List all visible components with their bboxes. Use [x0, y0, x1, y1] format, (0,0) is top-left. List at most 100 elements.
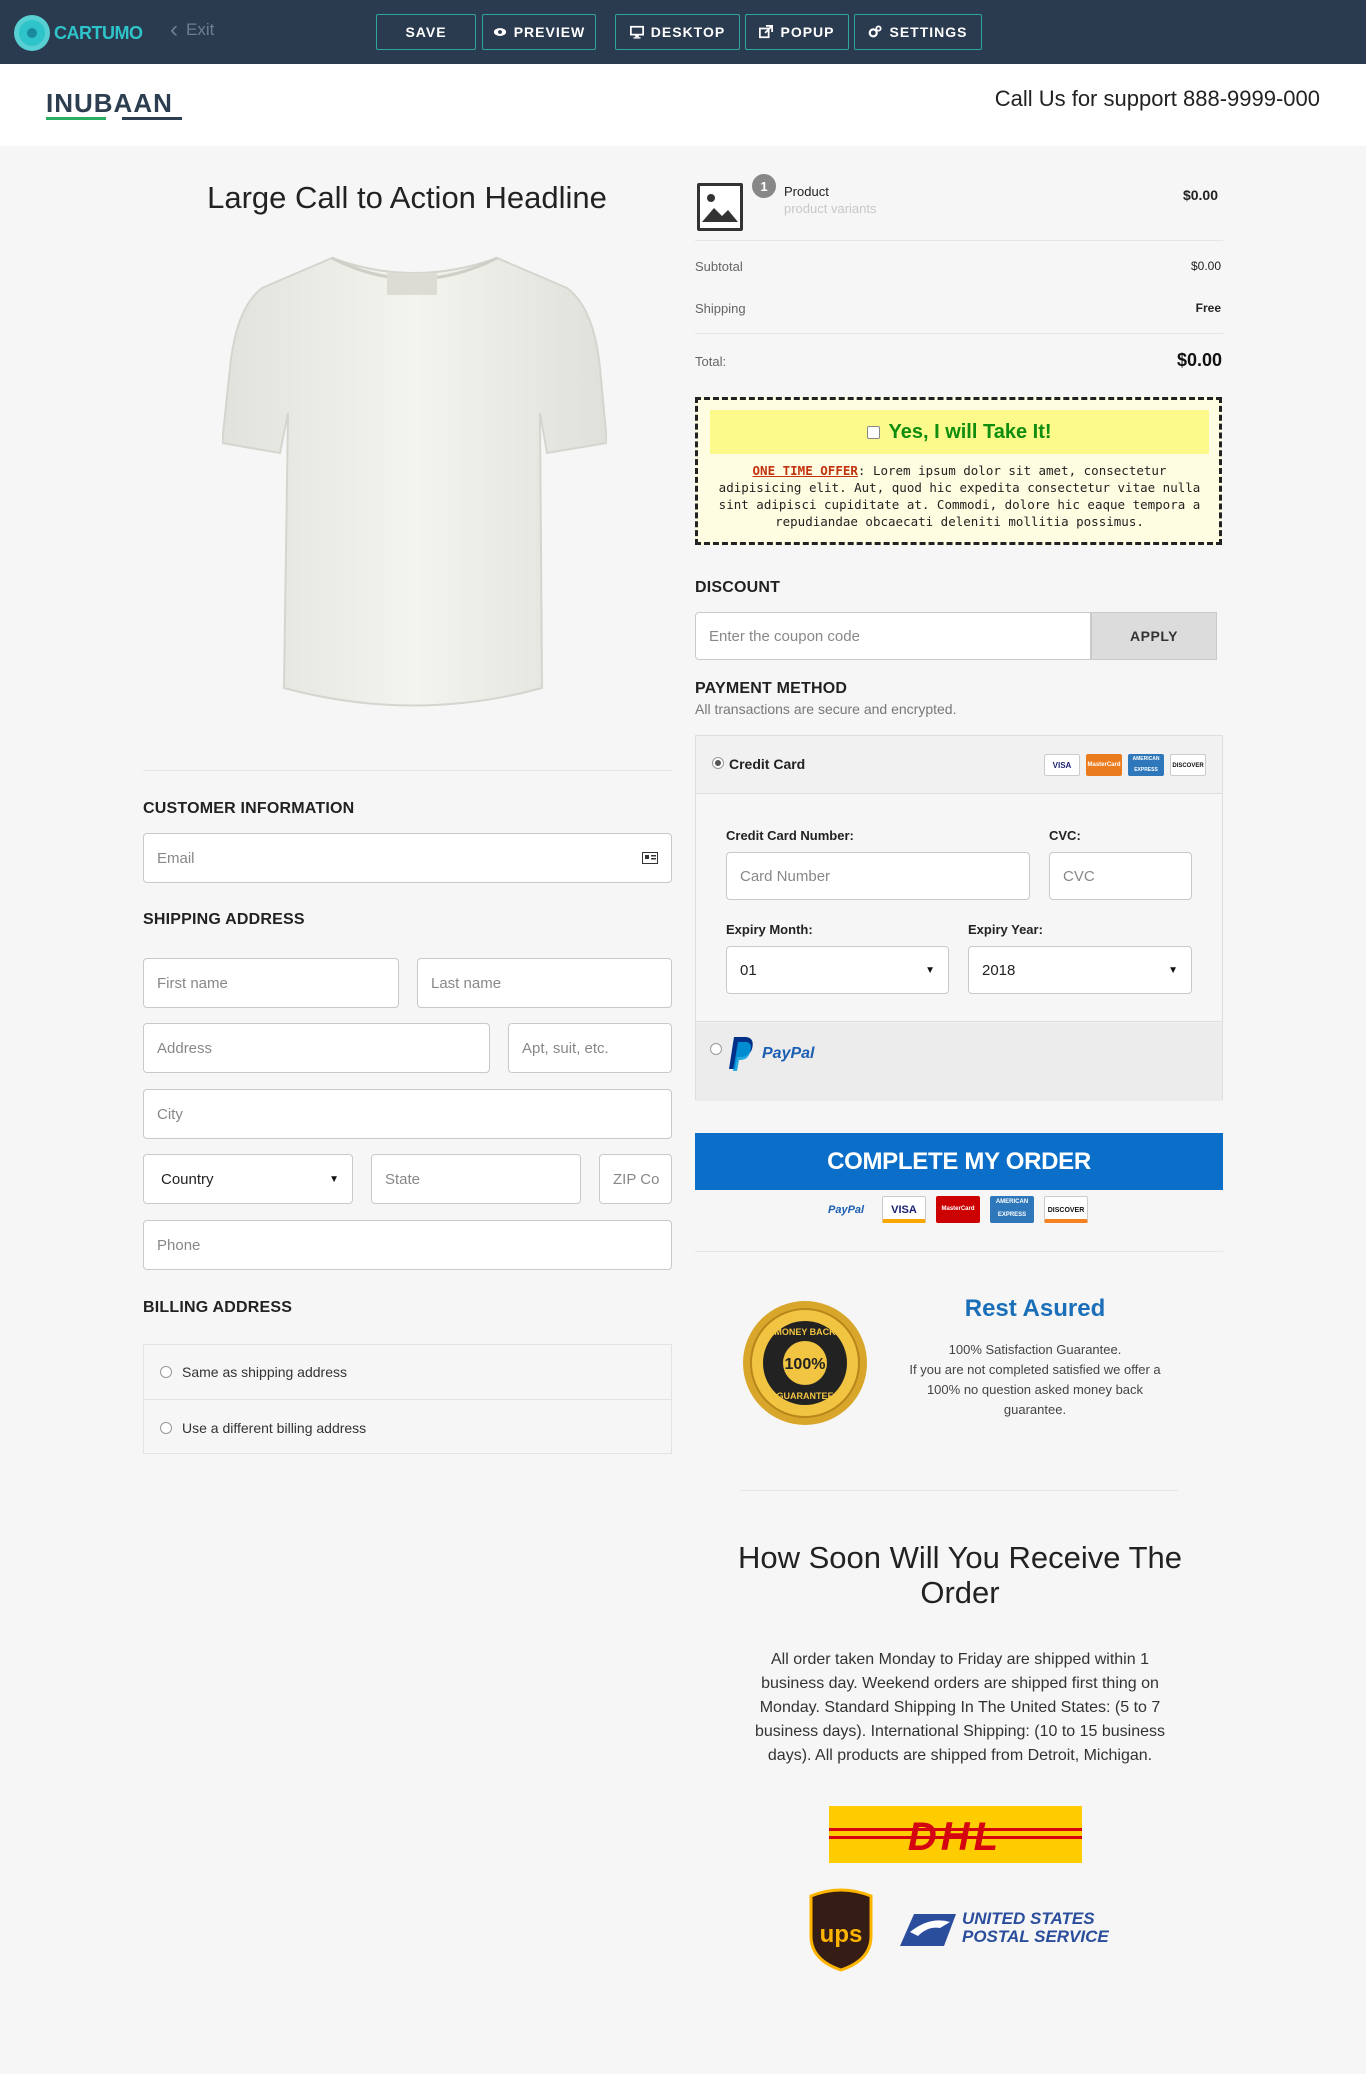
product-quantity-badge: 1 — [752, 174, 776, 198]
phone-field[interactable]: Phone — [143, 1220, 672, 1270]
upsell-title: Yes, I will Take It! — [888, 420, 1052, 443]
radio-button[interactable] — [160, 1421, 172, 1434]
billing-option-different[interactable]: Use a different billing address — [144, 1400, 671, 1455]
state-field[interactable]: State — [371, 1154, 581, 1204]
desktop-label: DESKTOP — [650, 24, 726, 40]
discover-icon: DISCOVER — [1170, 754, 1206, 776]
tshirt-image — [222, 256, 607, 707]
one-time-offer-box: Yes, I will Take It! ONE TIME OFFER: Lor… — [695, 397, 1222, 545]
desktop-button[interactable]: DESKTOP — [615, 14, 740, 50]
cartumo-logo-text: CARTUMO — [54, 22, 143, 43]
delivery-text: All order taken Monday to Friday are shi… — [754, 1651, 1166, 1764]
amex-icon: AMERICAN EXPRESS — [1128, 754, 1164, 776]
contact-card-icon — [642, 852, 658, 864]
city-field[interactable]: City — [143, 1089, 672, 1139]
card-number-placeholder: Card Number — [740, 867, 831, 885]
cartumo-logo-icon — [14, 15, 50, 51]
mastercard-icon: MasterCard — [936, 1196, 980, 1223]
upsell-checkbox[interactable] — [867, 425, 881, 439]
caret-down-icon: ▼ — [925, 964, 935, 976]
divider — [143, 770, 672, 771]
radio-button[interactable] — [712, 757, 724, 769]
zip-field[interactable]: ZIP Co — [599, 1154, 672, 1204]
total-label: Total: — [695, 354, 727, 369]
expiry-year-select[interactable]: 2018 ▼ — [968, 946, 1192, 994]
paypal-logo: PayPal — [828, 1203, 865, 1216]
dhl-logo-text: DHL — [908, 1815, 1002, 1859]
coupon-input[interactable]: Enter the coupon code — [695, 612, 1091, 660]
billing-options: Same as shipping address Use a different… — [143, 1344, 672, 1454]
customer-info-title: CUSTOMER INFORMATION — [143, 800, 355, 817]
zip-placeholder: ZIP Co — [613, 1170, 660, 1188]
credit-card-label: Credit Card — [729, 756, 806, 772]
settings-button[interactable]: SETTINGS — [854, 14, 982, 50]
save-label: SAVE — [405, 24, 447, 40]
product-variants: product variants — [784, 201, 877, 216]
ups-logo-text: ups — [820, 1921, 863, 1948]
usps-line-2: POSTAL SERVICE — [962, 1927, 1109, 1946]
usps-line-1: UNITED STATES — [962, 1909, 1095, 1928]
address-field[interactable]: Address — [143, 1023, 490, 1073]
paypal-icon — [729, 1037, 753, 1071]
paypal-option[interactable]: PayPal — [696, 1023, 1222, 1101]
state-placeholder: State — [385, 1170, 421, 1188]
discount-title: DISCOUNT — [695, 579, 781, 596]
upsell-accept-toggle[interactable]: Yes, I will Take It! — [710, 410, 1209, 454]
coupon-placeholder: Enter the coupon code — [709, 627, 860, 645]
popup-label: POPUP — [780, 24, 835, 40]
divider — [695, 1251, 1223, 1252]
save-button[interactable]: SAVE — [376, 14, 476, 50]
subtotal-label: Subtotal — [695, 259, 743, 274]
expiry-month-select[interactable]: 01 ▼ — [726, 946, 949, 994]
expiry-month-value: 01 — [740, 961, 757, 979]
cvc-placeholder: CVC — [1063, 867, 1095, 885]
svg-text:GUARANTEE: GUARANTEE — [776, 1391, 833, 1401]
apply-coupon-button[interactable]: APPLY — [1091, 612, 1217, 660]
shipping-value: Free — [1195, 301, 1221, 315]
accepted-payments: PayPal VISA MasterCard AMERICAN EXPRESS … — [828, 1196, 1088, 1223]
email-field[interactable]: Email — [143, 833, 672, 883]
cartumo-logo[interactable]: CARTUMO — [14, 15, 143, 51]
dhl-logo: DHL — [829, 1806, 1082, 1863]
first-name-field[interactable]: First name — [143, 958, 399, 1008]
first-name-placeholder: First name — [157, 974, 228, 992]
apt-placeholder: Apt, suit, etc. — [522, 1039, 609, 1057]
apt-field[interactable]: Apt, suit, etc. — [508, 1023, 672, 1073]
usps-logo: UNITED STATES POSTAL SERVICE — [900, 1910, 1109, 1946]
total-value: $0.00 — [1176, 350, 1222, 370]
exit-button[interactable]: ‹ Exit — [170, 16, 215, 43]
cvc-field[interactable]: CVC — [1049, 852, 1192, 900]
store-header: INUBAAN Call Us for support 888-9999-000 — [0, 64, 1366, 146]
guarantee-title: Rest Asured — [964, 1295, 1106, 1322]
email-placeholder: Email — [157, 849, 195, 867]
preview-button[interactable]: PREVIEW — [482, 14, 596, 50]
discover-icon: DISCOVER — [1044, 1196, 1088, 1223]
country-select[interactable]: Country ▼ — [143, 1154, 353, 1204]
popup-button[interactable]: POPUP — [745, 14, 849, 50]
caret-down-icon: ▼ — [329, 1173, 339, 1185]
visa-icon: VISA — [1044, 754, 1080, 776]
payment-options: Credit Card VISA MasterCard AMERICAN EXP… — [695, 735, 1223, 1101]
svg-text:100%: 100% — [785, 1356, 826, 1373]
complete-order-button[interactable]: COMPLETE MY ORDER — [695, 1133, 1223, 1190]
external-link-icon — [759, 25, 774, 39]
chevron-left-icon: ‹ — [170, 16, 178, 43]
expiry-year-label: Expiry Year: — [968, 922, 1043, 937]
mastercard-icon: MasterCard — [1086, 754, 1122, 776]
product-image-placeholder — [697, 183, 743, 231]
last-name-field[interactable]: Last name — [417, 958, 672, 1008]
credit-card-option[interactable]: Credit Card VISA MasterCard AMERICAN EXP… — [696, 736, 1222, 794]
product-name: Product — [784, 184, 829, 199]
billing-option-label: Same as shipping address — [182, 1364, 347, 1380]
radio-button[interactable] — [710, 1043, 722, 1055]
paypal-label: PayPal — [762, 1045, 815, 1062]
card-number-label: Credit Card Number: — [726, 828, 854, 843]
exit-label: Exit — [186, 20, 215, 39]
product-price: $0.00 — [1182, 187, 1218, 203]
inubaan-logo[interactable]: INUBAAN — [46, 86, 182, 124]
inubaan-logo-text: INUBAAN — [46, 88, 173, 118]
money-back-guarantee-seal: 100% MONEY BACK GUARANTEE — [743, 1301, 867, 1425]
billing-option-same[interactable]: Same as shipping address — [144, 1345, 671, 1400]
radio-button[interactable] — [160, 1366, 172, 1378]
card-number-field[interactable]: Card Number — [726, 852, 1030, 900]
